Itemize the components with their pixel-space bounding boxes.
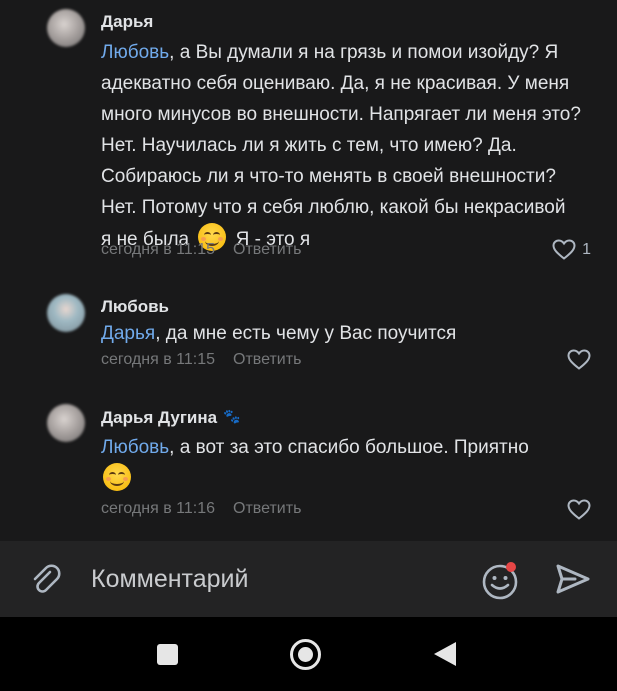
- comment-meta: сегодня в 11:15 Ответить: [101, 351, 301, 369]
- avatar[interactable]: [47, 9, 85, 47]
- mention-link[interactable]: Дарья: [101, 323, 155, 344]
- comment-author[interactable]: Дарья: [101, 12, 153, 32]
- like-button[interactable]: 1: [552, 239, 591, 260]
- triangle-back-icon[interactable]: [434, 642, 456, 666]
- comment-body: , а Вы думали я на грязь и помои изойду?…: [101, 42, 581, 250]
- like-count: 1: [582, 240, 591, 258]
- smiling-emoji-icon: [103, 463, 131, 491]
- attach-button[interactable]: [28, 563, 62, 602]
- comment-time: сегодня в 11:15: [101, 241, 216, 258]
- mention-link[interactable]: Любовь: [101, 42, 169, 63]
- comment-time: сегодня в 11:15: [101, 351, 216, 368]
- avatar[interactable]: [47, 404, 85, 442]
- circle-icon[interactable]: [290, 639, 321, 670]
- comments-list: Дарья Любовь, а Вы думали я на грязь и п…: [0, 0, 617, 541]
- paperclip-icon: [33, 564, 61, 593]
- smile-icon: [482, 562, 518, 600]
- comment-input[interactable]: Комментарий: [91, 565, 248, 594]
- emoji-button[interactable]: [480, 561, 522, 606]
- comment-text: Любовь, а вот за это спасибо большое. Пр…: [101, 432, 581, 495]
- comment-composer: Комментарий: [0, 541, 617, 617]
- comment-meta: сегодня в 11:16 Ответить: [101, 500, 301, 518]
- paw-icon: 🐾: [223, 408, 241, 424]
- reply-button[interactable]: Ответить: [233, 351, 301, 368]
- reply-button[interactable]: Ответить: [233, 241, 301, 258]
- heart-icon: [552, 239, 576, 260]
- comment-meta: сегодня в 11:15 Ответить: [101, 241, 301, 259]
- like-button[interactable]: [567, 499, 591, 520]
- comment-body: , да мне есть чему у Вас поучится: [155, 323, 457, 344]
- author-name: Дарья Дугина: [101, 408, 218, 427]
- system-navigation-bar: [0, 617, 617, 691]
- send-icon: [556, 564, 590, 594]
- comment-time: сегодня в 11:16: [101, 500, 216, 517]
- send-button[interactable]: [555, 563, 591, 600]
- avatar[interactable]: [47, 294, 85, 332]
- comment-text: Любовь, а Вы думали я на грязь и помои и…: [101, 37, 581, 255]
- square-icon[interactable]: [157, 644, 178, 665]
- comment-body: , а вот за это спасибо большое. Приятно: [169, 437, 529, 458]
- comment-text: Дарья, да мне есть чему у Вас поучится: [101, 318, 581, 349]
- heart-icon: [567, 349, 591, 370]
- comment-author[interactable]: Дарья Дугина 🐾: [101, 408, 241, 428]
- comment-author[interactable]: Любовь: [101, 297, 169, 317]
- heart-icon: [567, 499, 591, 520]
- mention-link[interactable]: Любовь: [101, 437, 169, 458]
- reply-button[interactable]: Ответить: [233, 500, 301, 517]
- like-button[interactable]: [567, 349, 591, 370]
